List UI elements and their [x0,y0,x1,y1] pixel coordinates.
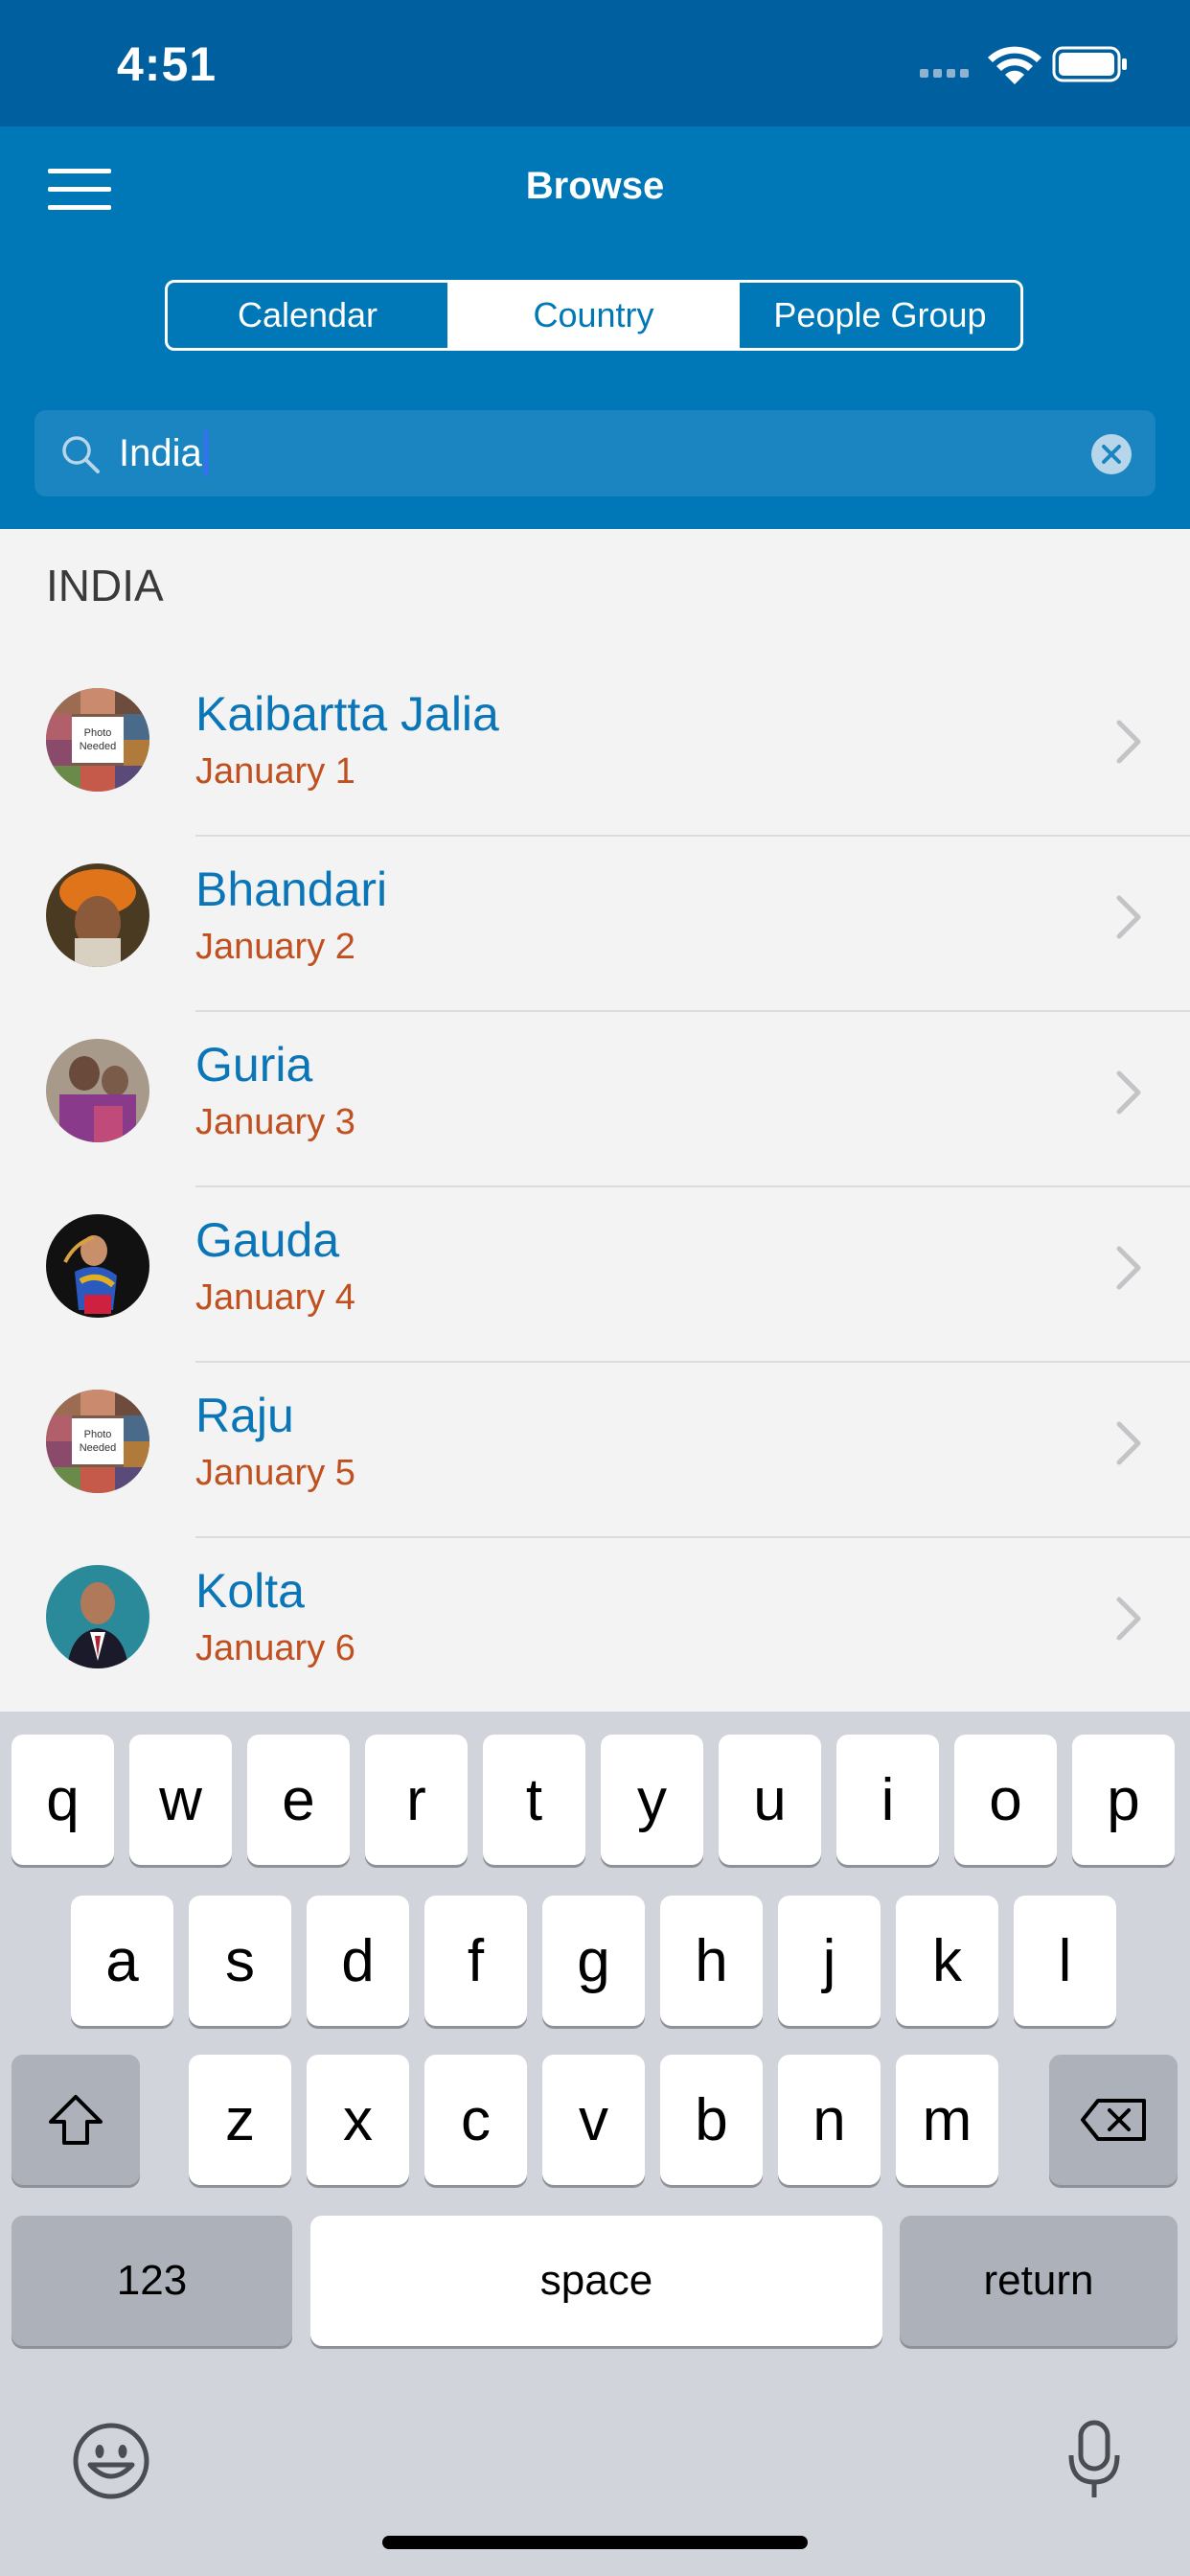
key-h[interactable]: h [660,1896,763,2026]
avatar [46,863,149,967]
delete-key[interactable] [1049,2055,1178,2185]
list-item-date: January 1 [195,751,355,792]
status-bar: 4:51 [0,0,1190,126]
section-header: INDIA [46,561,164,610]
list-item-date: January 5 [195,1453,355,1493]
list-item[interactable]: Guria January 3 [0,1012,1190,1187]
key-q[interactable]: q [11,1735,114,1865]
key-r[interactable]: r [365,1735,468,1865]
key-g[interactable]: g [542,1896,645,2026]
avatar [46,1039,149,1142]
key-b[interactable]: b [660,2055,763,2185]
list-item-name: Kaibartta Jalia [195,687,499,741]
avatar [46,1565,149,1668]
key-v[interactable]: v [542,2055,645,2185]
avatar-placeholder-line1: Photo [84,727,112,739]
shift-icon [49,2095,103,2145]
navigation-bar: Browse Calendar Country People Group Ind… [0,126,1190,529]
people-group-list: Photo Needed Kaibartta Jalia January 1 B… [0,661,1190,1714]
emoji-icon[interactable] [71,2421,151,2501]
avatar-placeholder-line2: Needed [80,741,117,752]
key-n[interactable]: n [778,2055,881,2185]
key-o[interactable]: o [954,1735,1057,1865]
avatar [46,1214,149,1318]
list-item[interactable]: Photo Needed Kaibartta Jalia January 1 [0,661,1190,837]
shift-key[interactable] [11,2055,140,2185]
key-y[interactable]: y [601,1735,703,1865]
list-item[interactable]: Gauda January 4 [0,1187,1190,1363]
avatar-placeholder-line2: Needed [80,1442,117,1454]
numbers-key[interactable]: 123 [11,2216,292,2346]
return-key[interactable]: return [900,2216,1178,2346]
key-w[interactable]: w [129,1735,232,1865]
status-icons [920,46,1127,84]
browse-mode-segmented-control: Calendar Country People Group [165,280,1023,351]
key-a[interactable]: a [71,1896,173,2026]
key-k[interactable]: k [896,1896,998,2026]
backspace-icon [1081,2099,1146,2141]
list-item-date: January 2 [195,927,355,967]
key-i[interactable]: i [836,1735,939,1865]
list-item-name: Kolta [195,1564,305,1618]
key-s[interactable]: s [189,1896,291,2026]
segment-country[interactable]: Country [447,283,737,348]
search-bar[interactable]: India [34,410,1156,496]
chevron-right-icon [1116,1597,1141,1641]
search-input-value: India [119,432,202,474]
chevron-right-icon [1116,895,1141,939]
list-item[interactable]: Kolta January 6 [0,1538,1190,1714]
list-item-name: Bhandari [195,862,388,916]
key-m[interactable]: m [896,2055,998,2185]
status-time: 4:51 [117,37,217,91]
battery-icon [1052,46,1127,82]
avatar-placeholder-line1: Photo [84,1429,112,1440]
list-item-name: Gauda [195,1213,340,1267]
key-c[interactable]: c [424,2055,527,2185]
list-item[interactable]: Photo Needed Raju January 5 [0,1363,1190,1538]
home-indicator [382,2536,808,2549]
wifi-icon [988,46,1041,84]
avatar: Photo Needed [46,688,149,792]
chevron-right-icon [1116,1246,1141,1290]
chevron-right-icon [1116,1070,1141,1115]
segment-calendar[interactable]: Calendar [168,283,447,348]
cellular-signal-icon [920,69,969,78]
text-cursor [203,430,208,476]
search-icon [62,436,100,473]
key-f[interactable]: f [424,1896,527,2026]
list-item-date: January 6 [195,1628,355,1668]
on-screen-keyboard: q w e r t y u i o p a s d f g h j k l z … [0,1712,1190,2576]
avatar: Photo Needed [46,1390,149,1493]
key-p[interactable]: p [1072,1735,1175,1865]
chevron-right-icon [1116,1421,1141,1465]
search-input[interactable]: India [119,426,1077,481]
segment-people-group[interactable]: People Group [737,283,1020,348]
space-key[interactable]: space [310,2216,882,2346]
chevron-right-icon [1116,720,1141,764]
key-x[interactable]: x [307,2055,409,2185]
key-d[interactable]: d [307,1896,409,2026]
list-item-name: Guria [195,1038,313,1092]
list-item-date: January 4 [195,1277,355,1318]
list-item[interactable]: Bhandari January 2 [0,837,1190,1012]
key-j[interactable]: j [778,1896,881,2026]
page-title: Browse [525,165,665,207]
key-l[interactable]: l [1014,1896,1116,2026]
list-item-date: January 3 [195,1102,355,1142]
key-e[interactable]: e [247,1735,350,1865]
list-item-name: Raju [195,1389,294,1442]
clear-search-icon[interactable] [1090,433,1133,475]
key-z[interactable]: z [189,2055,291,2185]
key-u[interactable]: u [719,1735,821,1865]
microphone-icon[interactable] [1064,2419,1125,2501]
key-t[interactable]: t [483,1735,585,1865]
